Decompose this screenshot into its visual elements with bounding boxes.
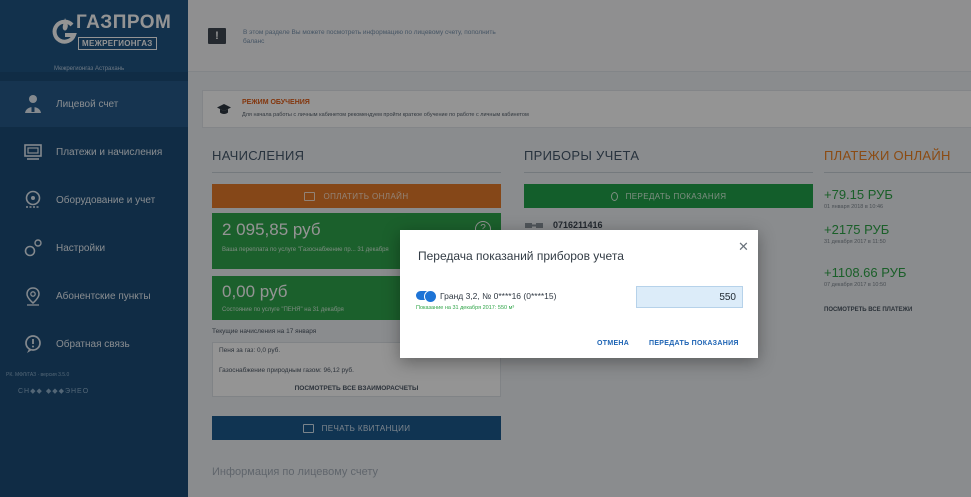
cancel-button[interactable]: ОТМЕНА — [597, 340, 629, 347]
close-icon[interactable]: ✕ — [738, 240, 749, 253]
submit-readings-dialog-button[interactable]: ПЕРЕДАТЬ ПОКАЗАНИЯ — [649, 340, 739, 347]
meter-label: Гранд 3,2, № 0****16 (0****15) — [440, 291, 557, 301]
dialog-title: Передача показаний приборов учета — [418, 249, 624, 263]
meter-toggle[interactable] — [416, 290, 437, 303]
submit-readings-dialog: Передача показаний приборов учета ✕ Гран… — [400, 230, 758, 358]
last-reading-text: Показание на 31 декабря 2017: 550 м³ — [416, 305, 515, 311]
reading-input[interactable] — [636, 286, 743, 308]
